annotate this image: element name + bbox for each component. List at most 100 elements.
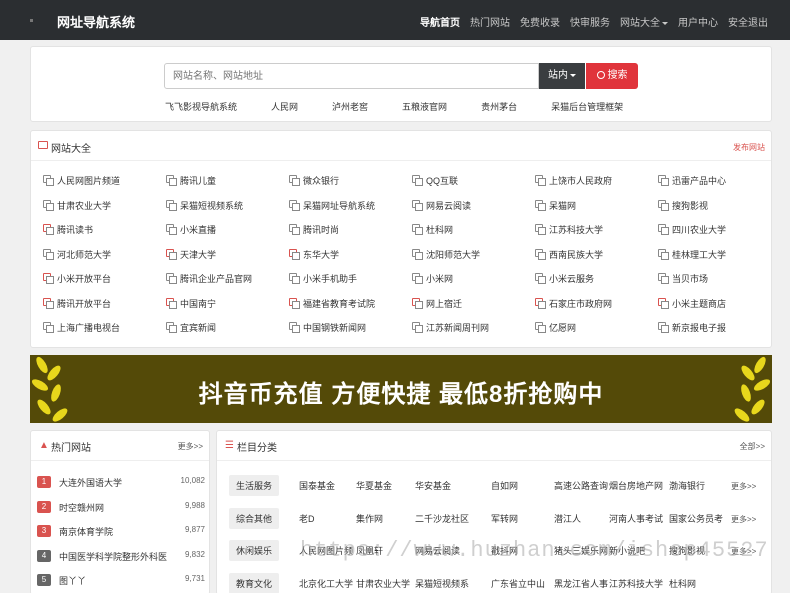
category-item[interactable]: 猪头三娱乐网 (554, 544, 608, 557)
quick-link[interactable]: 贵州茅台 (481, 100, 517, 113)
site-link[interactable]: 当贝市场 (658, 272, 708, 285)
category-item[interactable]: 老D (299, 512, 315, 525)
site-link[interactable]: 小米网 (412, 272, 453, 285)
category-item[interactable]: 凤凰轩 (356, 544, 383, 557)
site-link[interactable]: 江苏新闻周刊网 (412, 321, 489, 334)
site-link[interactable]: 腾讯读书 (43, 223, 93, 236)
search-input[interactable] (164, 63, 539, 89)
site-link[interactable]: 中国南宁 (166, 297, 216, 310)
site-link[interactable]: 微众银行 (289, 174, 339, 187)
category-item[interactable]: 集作网 (356, 512, 383, 525)
search-button[interactable]: 搜索 (586, 63, 638, 89)
hot-site-row[interactable]: 1 大连外国语大学 10,082 (37, 473, 207, 495)
nav-item[interactable]: 安全退出 (728, 14, 768, 29)
site-link[interactable]: 人民网图片频道 (43, 174, 120, 187)
category-item[interactable]: 人民网图片频 (299, 544, 353, 557)
site-link[interactable]: 小米主题商店 (658, 297, 726, 310)
site-link[interactable]: 搜狗影视 (658, 199, 708, 212)
quick-link[interactable]: 飞飞影视导航系统 (165, 100, 237, 113)
site-link[interactable]: 小米手机助手 (289, 272, 357, 285)
site-link[interactable]: 宜宾新闻 (166, 321, 216, 334)
category-item[interactable]: 杜科网 (669, 577, 696, 590)
search-scope-dropdown[interactable]: 站内 (539, 63, 585, 89)
category-label[interactable]: 生活服务 (229, 475, 280, 496)
hot-sites-more-link[interactable]: 更多>> (178, 441, 203, 452)
site-link[interactable]: 河北师范大学 (43, 248, 111, 261)
nav-item[interactable]: 用户中心 (678, 14, 718, 29)
category-item[interactable]: 广东省立中山 (491, 577, 545, 590)
category-more-link[interactable]: 更多>> (731, 481, 756, 492)
category-item[interactable]: 戳抖网 (491, 544, 518, 557)
site-link[interactable]: 呆猫网 (535, 199, 576, 212)
category-all-link[interactable]: 全部>> (740, 441, 765, 452)
category-label[interactable]: 教育文化 (229, 572, 280, 593)
nav-item[interactable]: 导航首页 (420, 14, 460, 29)
quick-link[interactable]: 呆猫后台管理框架 (551, 100, 623, 113)
site-link[interactable]: 新京报电子报 (658, 321, 726, 334)
category-item[interactable]: 搜狗影视 (669, 544, 705, 557)
hot-site-row[interactable]: 2 时空赣州网 9,988 (37, 498, 207, 520)
category-item[interactable]: 高速公路查询 (554, 479, 608, 492)
category-item[interactable]: 江苏科技大学 (609, 577, 663, 590)
category-item[interactable]: 国家公务员考 (669, 512, 723, 525)
category-item[interactable]: 自如网 (491, 479, 518, 492)
site-link[interactable]: 迅雷产品中心 (658, 174, 726, 187)
nav-item[interactable]: 快审服务 (570, 14, 610, 29)
category-item[interactable]: 甘肃农业大学 (356, 577, 410, 590)
category-more-link[interactable]: 更多>> (731, 514, 756, 525)
site-link[interactable]: 福建省教育考试院 (289, 297, 375, 310)
quick-link[interactable]: 人民网 (271, 100, 298, 113)
site-link[interactable]: 四川农业大学 (658, 223, 726, 236)
category-item[interactable]: 国泰基金 (299, 479, 335, 492)
site-link[interactable]: 网易云阅读 (412, 199, 471, 212)
quick-link[interactable]: 五粮液官网 (402, 100, 447, 113)
site-link[interactable]: QQ互联 (412, 174, 458, 187)
site-link[interactable]: 甘肃农业大学 (43, 199, 111, 212)
category-item[interactable]: 河南人事考试 (609, 512, 663, 525)
category-item[interactable]: 渤海银行 (669, 479, 705, 492)
site-link[interactable]: 腾讯时尚 (289, 223, 339, 236)
site-link[interactable]: 小米云服务 (535, 272, 594, 285)
site-link[interactable]: 杜科网 (412, 223, 453, 236)
site-link[interactable]: 呆猫网址导航系统 (289, 199, 375, 212)
site-link[interactable]: 东华大学 (289, 248, 339, 261)
site-link[interactable]: 石家庄市政府网 (535, 297, 612, 310)
site-link[interactable]: 亿愿网 (535, 321, 576, 334)
site-link[interactable]: 江苏科技大学 (535, 223, 603, 236)
category-item[interactable]: 军转网 (491, 512, 518, 525)
site-link[interactable]: 腾讯企业产品官网 (166, 272, 252, 285)
category-item[interactable]: 烟台房地产网 (609, 479, 663, 492)
nav-item[interactable]: 热门网站 (470, 14, 510, 29)
site-link[interactable]: 腾讯儿童 (166, 174, 216, 187)
site-link[interactable]: 中国钢铁新闻网 (289, 321, 366, 334)
nav-item[interactable]: 网站大全 (620, 18, 660, 29)
category-item[interactable]: 黑龙江省人事 (554, 577, 608, 590)
category-item[interactable]: 潜江人 (554, 512, 581, 525)
publish-site-link[interactable]: 发布网站 (733, 142, 765, 153)
category-label[interactable]: 休闲娱乐 (229, 540, 280, 561)
hot-site-row[interactable]: 5 图丫丫 9,731 (37, 571, 207, 593)
hot-site-row[interactable]: 3 南京体育学院 9,877 (37, 522, 207, 544)
site-link[interactable]: 桂林理工大学 (658, 248, 726, 261)
category-item[interactable]: 北京化工大学 (299, 577, 353, 590)
category-item[interactable]: 网易云阅读 (415, 544, 460, 557)
site-link[interactable]: 沈阳师范大学 (412, 248, 480, 261)
category-item[interactable]: 二千沙龙社区 (415, 512, 469, 525)
site-link[interactable]: 上海广播电视台 (43, 321, 120, 334)
nav-item-dropdown[interactable]: 网站大全 (620, 14, 668, 29)
site-link[interactable]: 上饶市人民政府 (535, 174, 612, 187)
site-link[interactable]: 天津大学 (166, 248, 216, 261)
site-link[interactable]: 小米开放平台 (43, 272, 111, 285)
brand-logo[interactable]: 网址导航系统 (57, 12, 135, 31)
site-link[interactable]: 呆猫短视频系统 (166, 199, 243, 212)
quick-link[interactable]: 泸州老窖 (332, 100, 368, 113)
site-link[interactable]: 小米直播 (166, 223, 216, 236)
hot-site-row[interactable]: 4 中国医学科学院整形外科医 9,832 (37, 547, 207, 569)
category-item[interactable]: 华夏基金 (356, 479, 392, 492)
category-item[interactable]: 华安基金 (415, 479, 451, 492)
category-item[interactable]: 新小说吧 (609, 544, 645, 557)
nav-item[interactable]: 免费收录 (520, 14, 560, 29)
category-item[interactable]: 呆猫短视频系 (415, 577, 469, 590)
site-link[interactable]: 网上宿迁 (412, 297, 462, 310)
promo-banner[interactable]: 抖音币充值 方便快捷 最低8折抢购中 (30, 355, 772, 423)
